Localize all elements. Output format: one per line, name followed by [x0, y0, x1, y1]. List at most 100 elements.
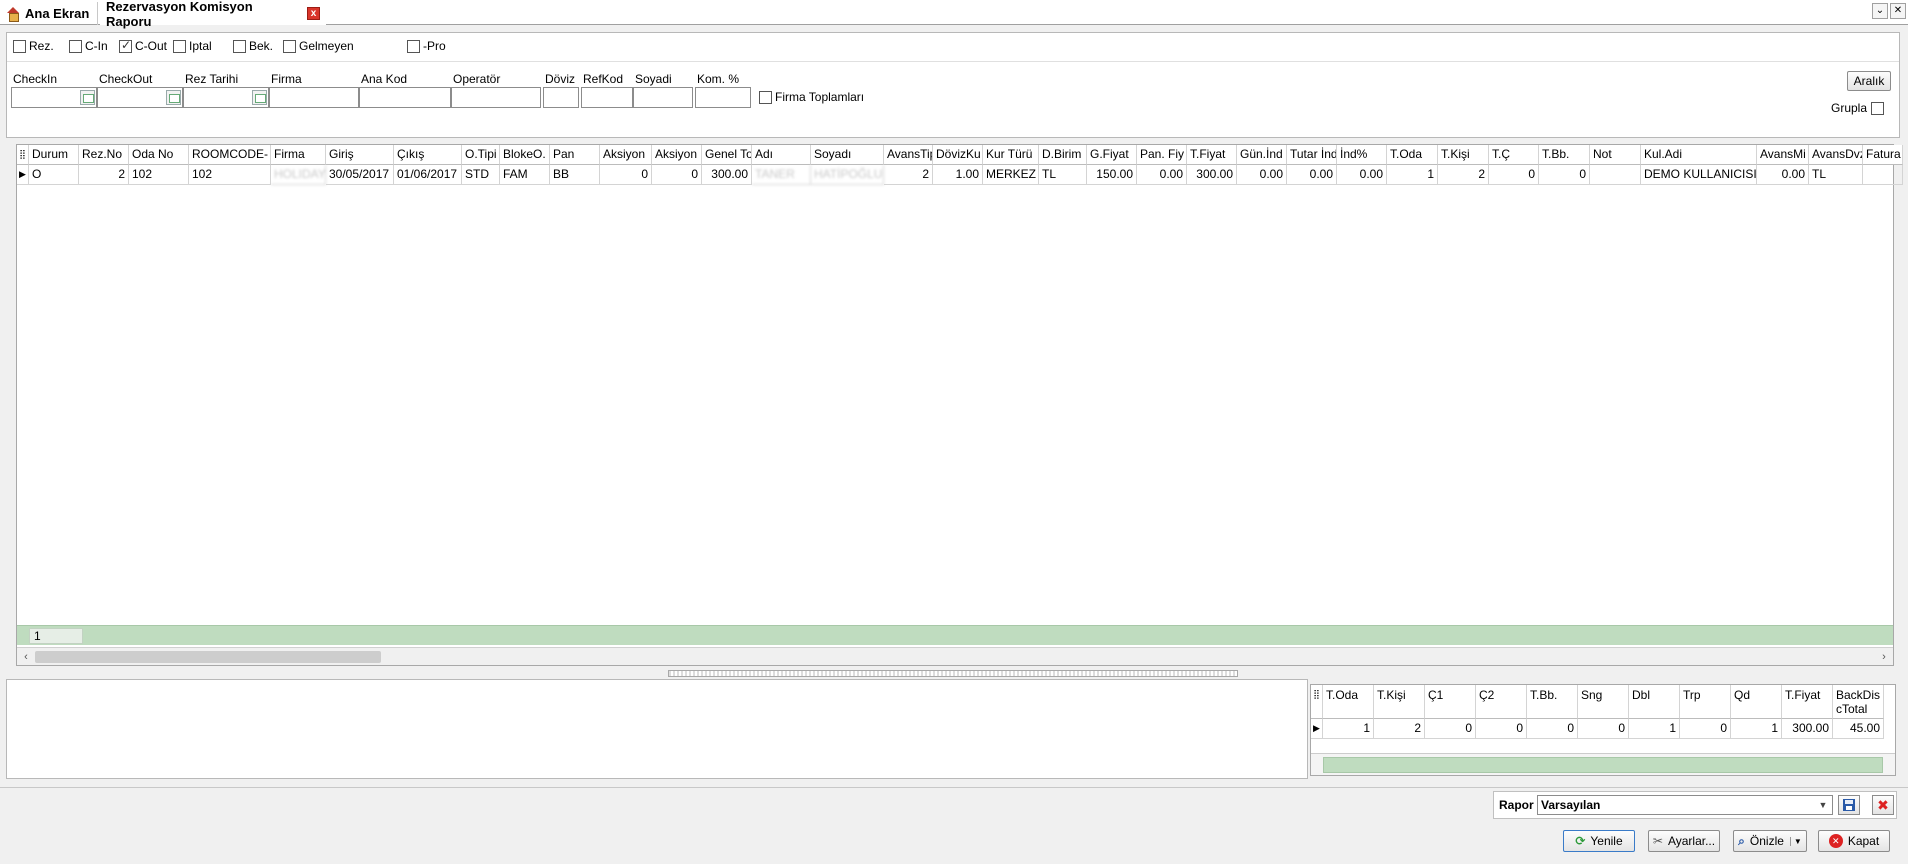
summary-column-header[interactable]: Ç1	[1425, 685, 1476, 719]
chevron-down-icon[interactable]: ▼	[1815, 797, 1831, 813]
column-header[interactable]: O.Tipi	[462, 145, 500, 165]
firma-input[interactable]	[269, 87, 359, 108]
calendar-icon[interactable]	[80, 90, 95, 105]
column-header[interactable]: Soyadı	[811, 145, 884, 165]
status-filter-checkbox[interactable]	[283, 39, 296, 53]
summary-column-header[interactable]: Ç2	[1476, 685, 1527, 719]
column-header[interactable]: Not	[1590, 145, 1641, 165]
ayarlar-button[interactable]: ✂ Ayarlar...	[1648, 830, 1720, 852]
column-header[interactable]: T.Kişi	[1438, 145, 1489, 165]
column-header[interactable]: Adı	[752, 145, 811, 165]
status-filter-checkbox[interactable]	[407, 39, 420, 53]
column-header[interactable]: T.Ç	[1489, 145, 1539, 165]
summary-column-header[interactable]: T.Bb.	[1527, 685, 1578, 719]
summary-column-header[interactable]: BackDiscTotal	[1833, 685, 1884, 719]
scroll-right-icon[interactable]: ›	[1877, 649, 1891, 665]
status-filter-option[interactable]: Gelmeyen	[283, 38, 354, 54]
column-header[interactable]: Tutar İnd	[1287, 145, 1337, 165]
horizontal-scrollbar[interactable]: ‹ ›	[17, 647, 1893, 665]
calendar-icon[interactable]	[252, 90, 267, 105]
firma-toplamlari-option[interactable]: Firma Toplamları	[759, 90, 864, 104]
row-indicator-icon[interactable]: ▶	[17, 165, 29, 185]
column-header[interactable]: DövizKu	[933, 145, 983, 165]
scrollbar-thumb[interactable]	[35, 651, 381, 663]
status-filter-checkbox[interactable]	[233, 39, 246, 53]
onizle-dropdown-icon[interactable]: ▼	[1789, 836, 1802, 846]
operator-input[interactable]	[451, 87, 541, 108]
column-header[interactable]: İnd%	[1337, 145, 1387, 165]
column-chooser-icon[interactable]: ⣿	[1311, 685, 1323, 719]
column-header[interactable]: D.Birim	[1039, 145, 1087, 165]
column-header[interactable]: Kul.Adi	[1641, 145, 1757, 165]
column-header[interactable]: AvansMi	[1757, 145, 1809, 165]
column-header[interactable]: Rez.No	[79, 145, 129, 165]
status-filter-checkbox[interactable]	[173, 39, 186, 53]
rapor-select[interactable]: Varsayılan ▼	[1537, 795, 1833, 815]
summary-column-header[interactable]: Trp	[1680, 685, 1731, 719]
column-chooser-icon[interactable]: ⣿	[17, 145, 29, 165]
grupla-option[interactable]: Grupla	[1831, 101, 1885, 115]
column-header[interactable]: Firma	[271, 145, 326, 165]
column-header[interactable]: Pan	[550, 145, 600, 165]
kom-input[interactable]	[695, 87, 751, 108]
checkout-date-input[interactable]	[97, 87, 183, 108]
yenile-button[interactable]: ⟳ Yenile	[1563, 830, 1635, 852]
summary-column-header[interactable]: T.Fiyat	[1782, 685, 1833, 719]
summary-column-header[interactable]: T.Oda	[1323, 685, 1374, 719]
status-filter-option[interactable]: Rez.	[13, 38, 54, 54]
grupla-checkbox[interactable]	[1871, 101, 1885, 115]
aralik-button[interactable]: Aralık	[1847, 71, 1891, 91]
refkod-input[interactable]	[581, 87, 633, 108]
checkin-date-input[interactable]	[11, 87, 97, 108]
rez-tarihi-date-input[interactable]	[183, 87, 269, 108]
column-header[interactable]: BlokeO.	[500, 145, 550, 165]
scroll-left-icon[interactable]: ‹	[19, 649, 33, 665]
column-header[interactable]: T.Bb.	[1539, 145, 1590, 165]
column-header[interactable]: Fatura	[1863, 145, 1903, 165]
column-header[interactable]: Gün.İnd	[1237, 145, 1287, 165]
panel-splitter[interactable]	[668, 670, 1238, 677]
column-header[interactable]: Genel To	[702, 145, 752, 165]
column-header[interactable]: AvansTip	[884, 145, 933, 165]
column-header[interactable]: Oda No	[129, 145, 189, 165]
column-header[interactable]: T.Oda	[1387, 145, 1438, 165]
summary-column-header[interactable]: Dbl	[1629, 685, 1680, 719]
save-report-button[interactable]	[1838, 795, 1860, 815]
summary-column-header[interactable]: Qd	[1731, 685, 1782, 719]
calendar-icon[interactable]	[166, 90, 181, 105]
summary-row[interactable]: ▶ 1 2 0 0 0 0 1 0 1 300.00 45.00	[1311, 719, 1884, 739]
status-filter-option[interactable]: -Pro	[407, 38, 446, 54]
firma-toplamlari-checkbox[interactable]	[759, 90, 772, 104]
column-header[interactable]: Aksiyon	[600, 145, 652, 165]
tab-report[interactable]: Rezervasyon Komisyon Raporu x	[100, 0, 326, 29]
column-header[interactable]: ROOMCODE-	[189, 145, 271, 165]
onizle-button[interactable]: ⌕ Önizle ▼	[1733, 830, 1807, 852]
table-row[interactable]: ▶ O 2 102 102 HOLIDAY 30/05/2017 01/06/2017 STD F…	[17, 165, 1903, 185]
soyadi-input[interactable]	[633, 87, 693, 108]
kapat-button[interactable]: ✕ Kapat	[1818, 830, 1890, 852]
column-header[interactable]: Aksiyon	[652, 145, 702, 165]
status-filter-checkbox[interactable]	[119, 38, 132, 53]
column-header[interactable]: AvansDvz	[1809, 145, 1863, 165]
close-window-icon[interactable]: ✕	[1890, 3, 1906, 19]
column-header[interactable]: Giriş	[326, 145, 394, 165]
column-header[interactable]: Durum	[29, 145, 79, 165]
column-header[interactable]: Pan. Fiy	[1137, 145, 1187, 165]
close-tab-icon[interactable]: x	[307, 7, 320, 20]
summary-column-header[interactable]: Sng	[1578, 685, 1629, 719]
status-filter-checkbox[interactable]	[13, 39, 26, 53]
status-filter-option[interactable]: Bek.	[233, 38, 273, 54]
delete-report-button[interactable]: ✖	[1872, 795, 1894, 815]
ana-kod-input[interactable]	[359, 87, 451, 108]
tab-home[interactable]: Ana Ekran	[0, 2, 98, 25]
doviz-input[interactable]	[543, 87, 579, 108]
status-filter-checkbox[interactable]	[69, 39, 82, 53]
status-filter-option[interactable]: C-Out	[119, 38, 167, 54]
column-header[interactable]: T.Fiyat	[1187, 145, 1237, 165]
column-header[interactable]: Kur Türü	[983, 145, 1039, 165]
summary-column-header[interactable]: T.Kişi	[1374, 685, 1425, 719]
status-filter-option[interactable]: C-In	[69, 38, 108, 54]
column-header[interactable]: Çıkış	[394, 145, 462, 165]
row-indicator-icon[interactable]: ▶	[1311, 719, 1323, 739]
tab-list-dropdown-icon[interactable]: ⌄	[1872, 3, 1888, 19]
